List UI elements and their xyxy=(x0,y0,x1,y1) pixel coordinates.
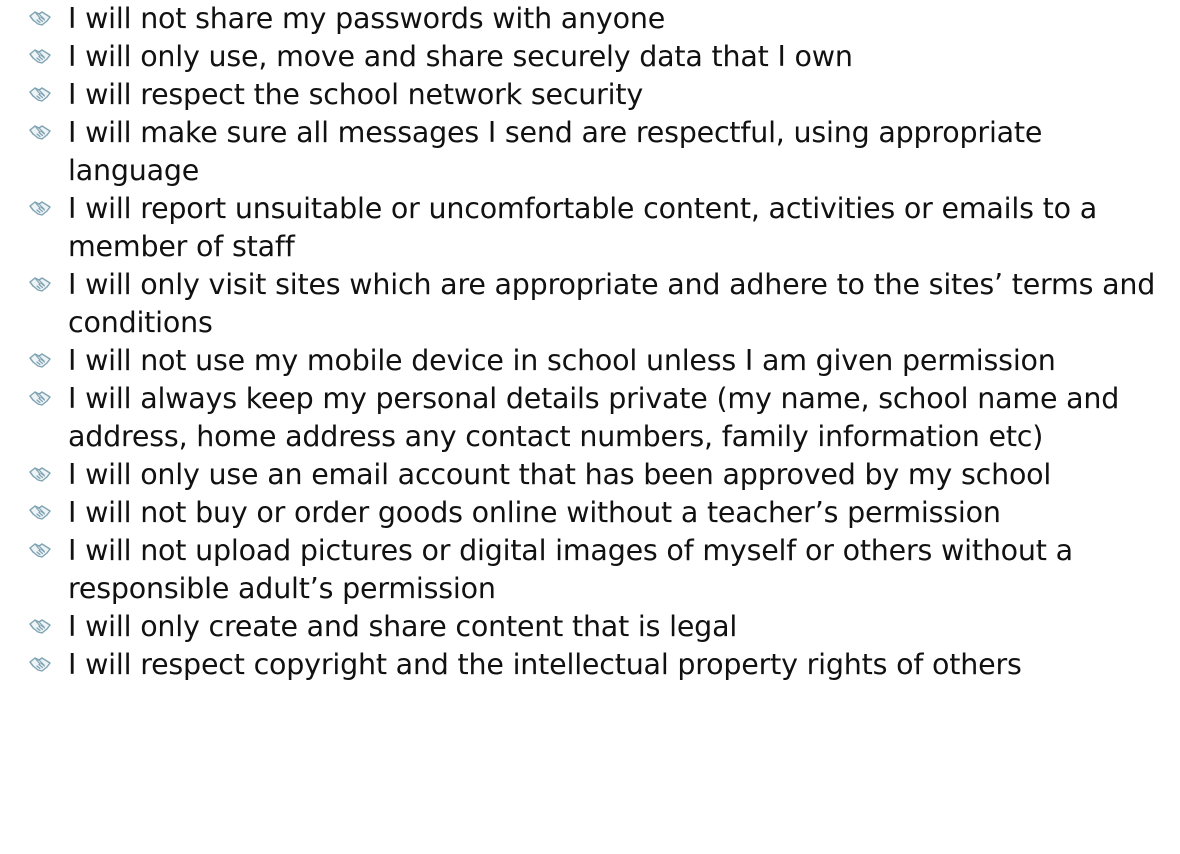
handshake-icon xyxy=(28,7,52,31)
rule-text: I will only use an email account that ha… xyxy=(68,458,1052,491)
list-item: I will only create and share content tha… xyxy=(20,608,1170,646)
list-item: I will not buy or order goods online wit… xyxy=(20,494,1170,532)
list-item: I will report unsuitable or uncomfortabl… xyxy=(20,190,1170,266)
rule-text: I will report unsuitable or uncomfortabl… xyxy=(68,192,1097,263)
handshake-icon xyxy=(28,121,52,145)
rules-document: I will not share my passwords with anyon… xyxy=(20,0,1170,684)
list-item: I will not upload pictures or digital im… xyxy=(20,532,1170,608)
list-item: I will not share my passwords with anyon… xyxy=(20,0,1170,38)
rule-text: I will respect copyright and the intelle… xyxy=(68,648,1022,681)
rules-list: I will not share my passwords with anyon… xyxy=(20,0,1170,684)
list-item: I will respect the school network securi… xyxy=(20,76,1170,114)
handshake-icon xyxy=(28,349,52,373)
list-item: I will not use my mobile device in schoo… xyxy=(20,342,1170,380)
rule-text: I will not upload pictures or digital im… xyxy=(68,534,1073,605)
handshake-icon xyxy=(28,387,52,411)
handshake-icon xyxy=(28,615,52,639)
list-item: I will always keep my personal details p… xyxy=(20,380,1170,456)
list-item: I will make sure all messages I send are… xyxy=(20,114,1170,190)
rule-text: I will always keep my personal details p… xyxy=(68,382,1120,453)
rule-text: I will respect the school network securi… xyxy=(68,78,644,111)
rule-text: I will only create and share content tha… xyxy=(68,610,738,643)
rule-text: I will make sure all messages I send are… xyxy=(68,116,1043,187)
handshake-icon xyxy=(28,653,52,677)
list-item: I will only use, move and share securely… xyxy=(20,38,1170,76)
handshake-icon xyxy=(28,501,52,525)
handshake-icon xyxy=(28,463,52,487)
handshake-icon xyxy=(28,83,52,107)
rule-text: I will only use, move and share securely… xyxy=(68,40,853,73)
rule-text: I will only visit sites which are approp… xyxy=(68,268,1156,339)
handshake-icon xyxy=(28,539,52,563)
rule-text: I will not use my mobile device in schoo… xyxy=(68,344,1056,377)
list-item: I will only use an email account that ha… xyxy=(20,456,1170,494)
handshake-icon xyxy=(28,273,52,297)
handshake-icon xyxy=(28,197,52,221)
rule-text: I will not share my passwords with anyon… xyxy=(68,2,666,35)
rule-text: I will not buy or order goods online wit… xyxy=(68,496,1001,529)
list-item: I will only visit sites which are approp… xyxy=(20,266,1170,342)
list-item: I will respect copyright and the intelle… xyxy=(20,646,1170,684)
handshake-icon xyxy=(28,45,52,69)
